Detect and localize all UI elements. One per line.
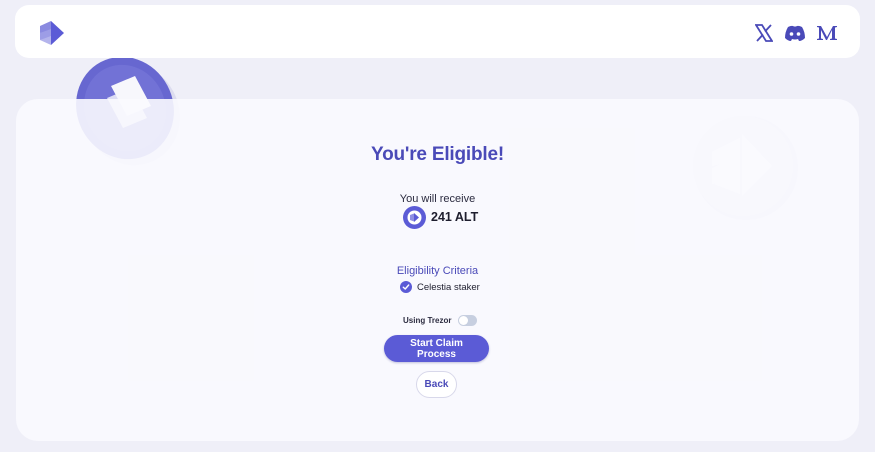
x-twitter-icon[interactable] bbox=[753, 20, 775, 46]
back-button[interactable]: Back bbox=[416, 371, 457, 398]
receive-label: You will receive bbox=[399, 193, 476, 205]
start-claim-button[interactable]: Start Claim Process bbox=[384, 335, 489, 362]
criteria-item: Celestia staker bbox=[400, 280, 480, 294]
amount-value: 241 ALT bbox=[431, 210, 479, 224]
trezor-toggle-row: Using Trezor bbox=[403, 314, 478, 327]
top-header bbox=[15, 5, 860, 58]
medium-icon[interactable] bbox=[815, 20, 839, 46]
criteria-label: Celestia staker bbox=[417, 281, 480, 293]
altlayer-logo-icon[interactable] bbox=[39, 20, 65, 46]
check-circle-icon bbox=[400, 281, 412, 293]
toggle-knob bbox=[459, 316, 469, 325]
page-title: You're Eligible! bbox=[371, 144, 504, 165]
receive-amount: 241 ALT bbox=[403, 205, 478, 229]
trezor-label: Using Trezor bbox=[403, 316, 452, 325]
discord-icon[interactable] bbox=[783, 20, 807, 46]
alt-token-icon bbox=[403, 205, 426, 229]
trezor-toggle[interactable] bbox=[458, 315, 478, 326]
criteria-title: Eligibility Criteria bbox=[396, 265, 479, 277]
